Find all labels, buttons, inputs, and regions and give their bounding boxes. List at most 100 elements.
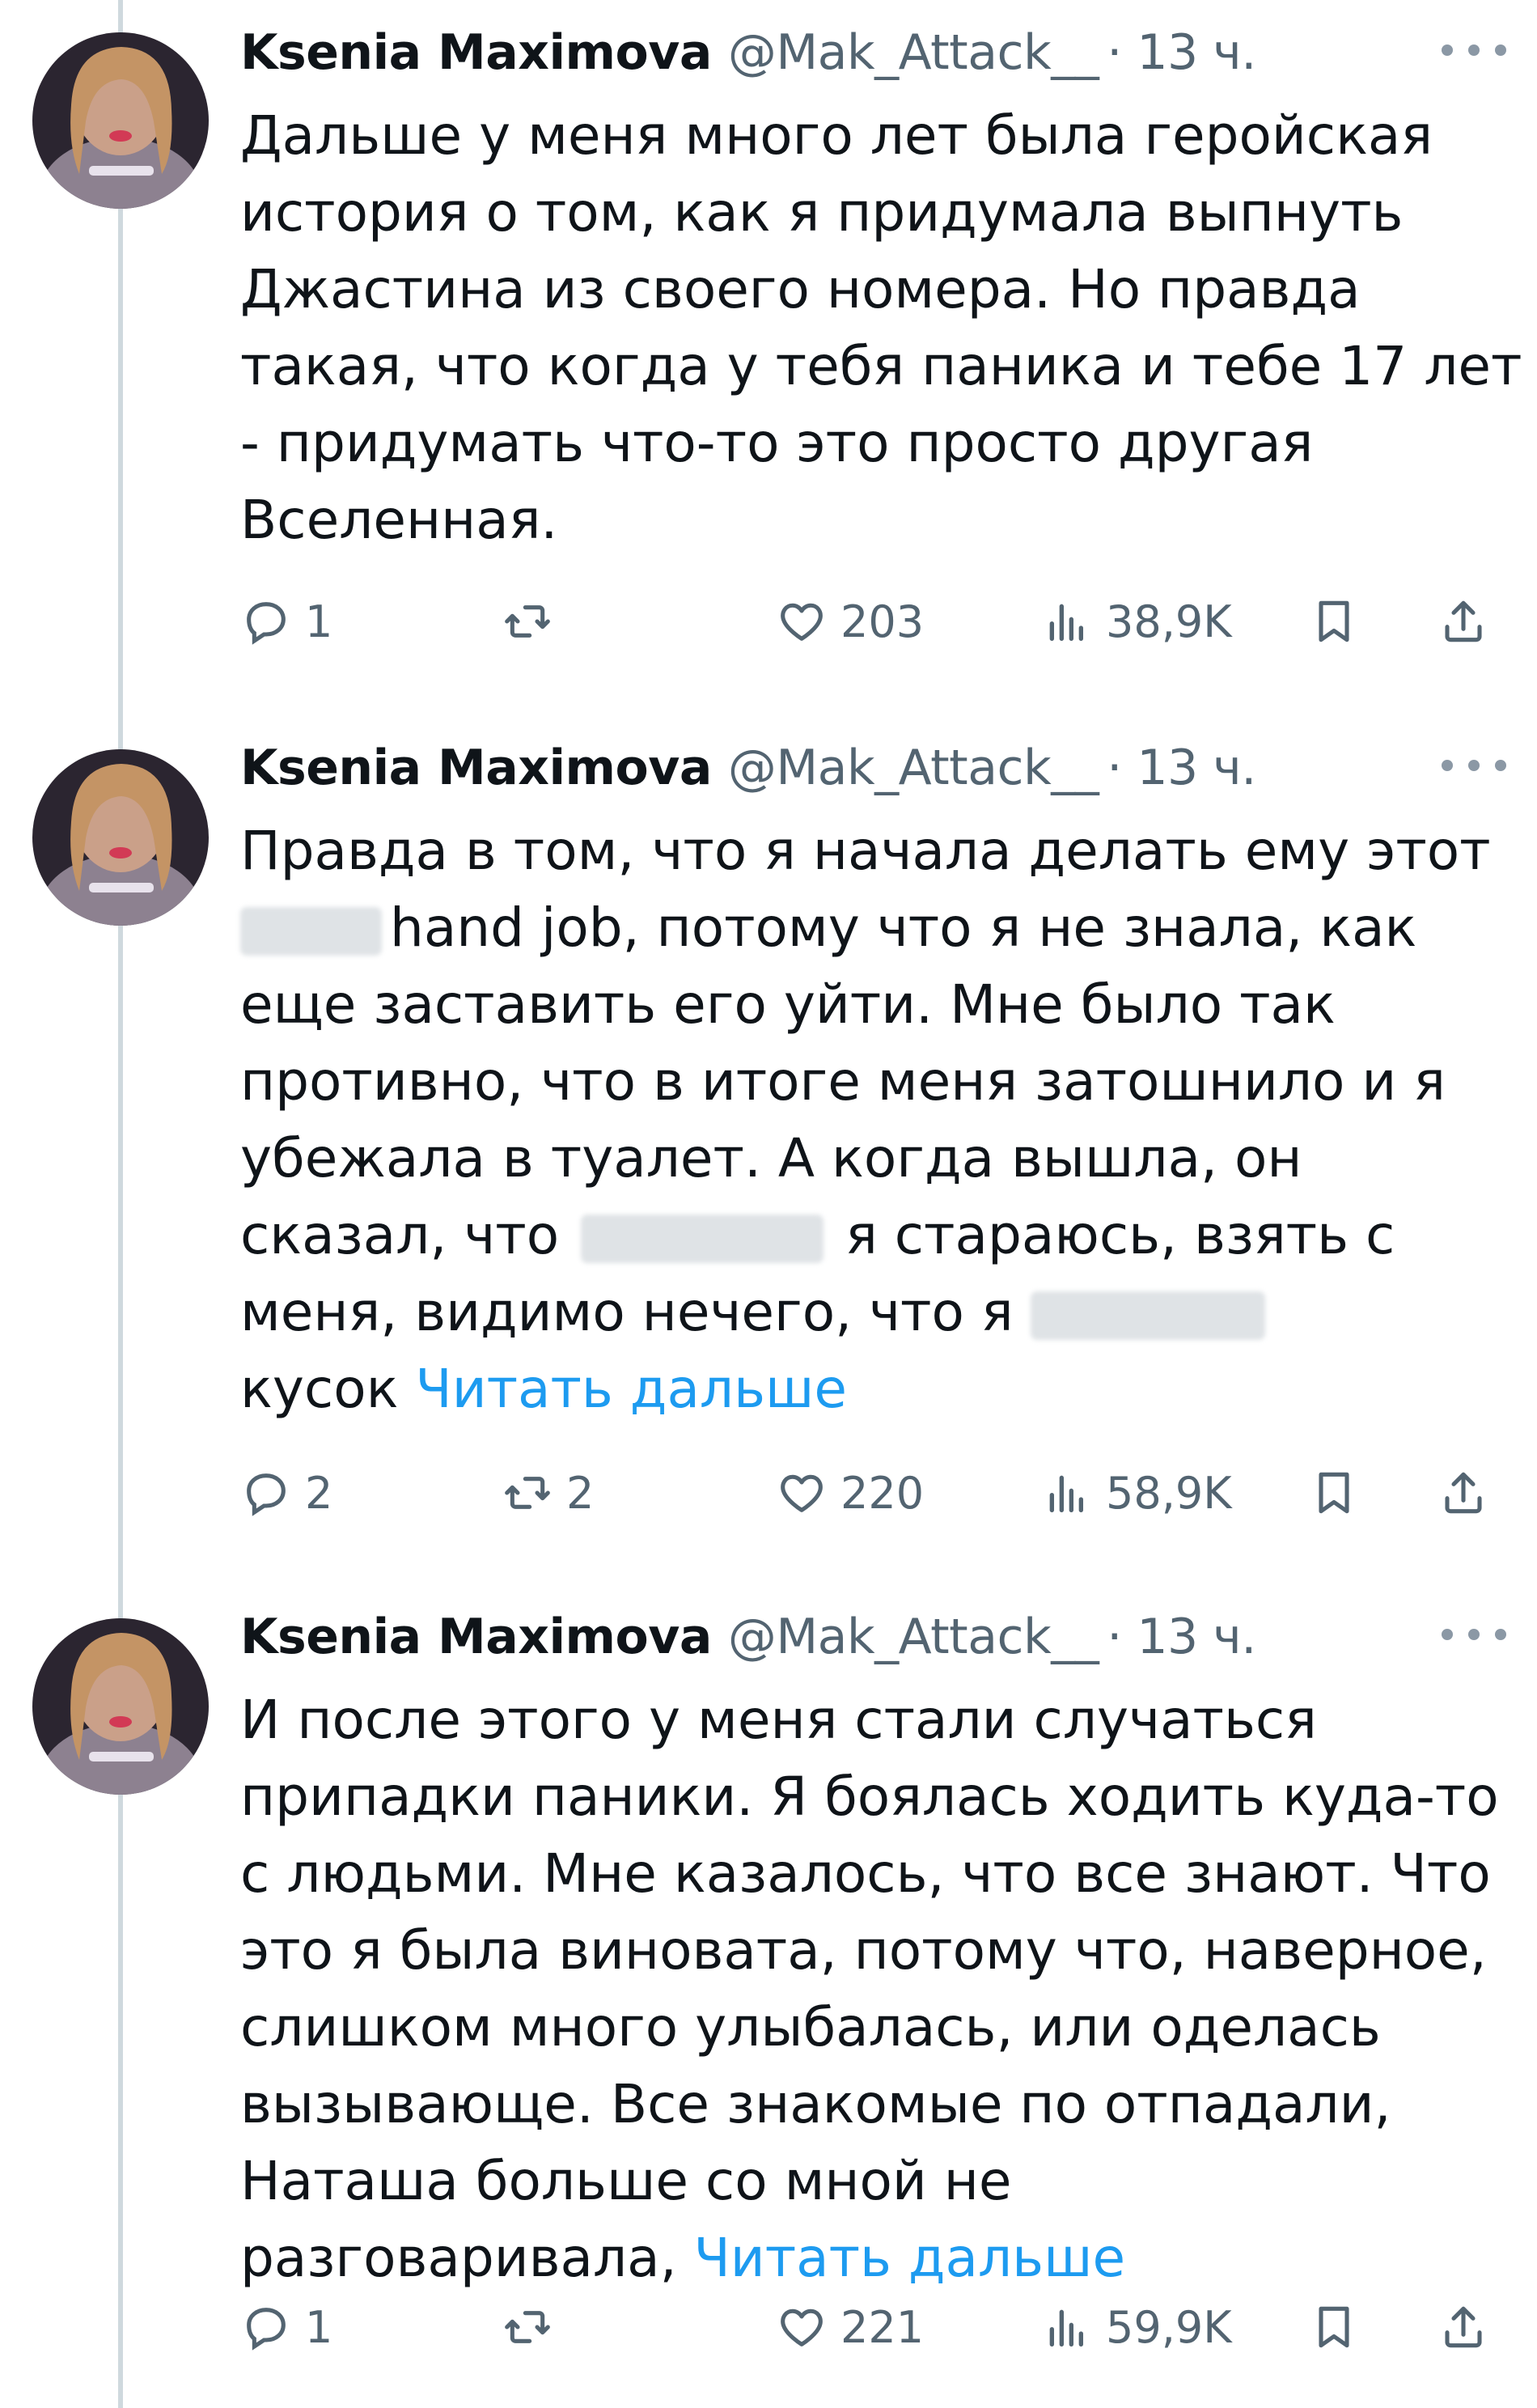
reply-count: 1 bbox=[305, 2301, 333, 2353]
views-button[interactable]: 38,9K bbox=[1041, 581, 1232, 662]
reply-button[interactable]: 1 bbox=[240, 2287, 332, 2368]
author-name[interactable]: Ksenia Maximova bbox=[240, 1609, 712, 1665]
reply-count: 2 bbox=[305, 1467, 333, 1519]
views-button[interactable]: 58,9K bbox=[1041, 1452, 1232, 1533]
retweet-button[interactable] bbox=[502, 581, 566, 662]
avatar[interactable] bbox=[32, 32, 209, 209]
share-upload-icon bbox=[1445, 1472, 1482, 1514]
read-more-link[interactable]: Читать дальше bbox=[415, 1358, 847, 1420]
like-count: 221 bbox=[840, 2301, 925, 2353]
tweet-1[interactable]: Ksenia Maximova @Mak_Attack__ · 13 ч. Да… bbox=[0, 0, 1537, 712]
share-upload-icon bbox=[1445, 2306, 1482, 2348]
text-line: это я была виновата, потому что, наверно… bbox=[240, 1919, 1487, 1982]
speech-bubble-icon bbox=[247, 602, 286, 645]
bookmark-button[interactable] bbox=[1308, 581, 1360, 662]
like-button[interactable]: 220 bbox=[776, 1452, 924, 1533]
bookmark-button[interactable] bbox=[1308, 2287, 1360, 2368]
more-dots-icon[interactable] bbox=[1442, 749, 1506, 782]
reply-button[interactable]: 1 bbox=[240, 581, 332, 662]
tweet-time[interactable]: · 13 ч. bbox=[1107, 740, 1256, 796]
heart-icon bbox=[781, 1474, 823, 1512]
tweet-time[interactable]: · 13 ч. bbox=[1107, 24, 1256, 81]
text-line: вызывающе. Все знакомые по отпадали, bbox=[240, 2073, 1391, 2135]
tweet-header: Ksenia Maximova @Mak_Attack__ · 13 ч. bbox=[240, 740, 1256, 812]
like-button[interactable]: 221 bbox=[776, 2287, 924, 2368]
tweet-time[interactable]: · 13 ч. bbox=[1107, 1609, 1256, 1665]
text-line: Наташа больше со мной не bbox=[240, 2150, 1012, 2212]
tweet-3[interactable]: Ksenia Maximova @Mak_Attack__ · 13 ч. И … bbox=[0, 1584, 1537, 2408]
text-line: еще заставить его уйти. Мне было так bbox=[240, 973, 1336, 1036]
text-line: слишком много улыбалась, или оделась bbox=[240, 1996, 1381, 2058]
bar-chart-icon bbox=[1049, 2309, 1083, 2347]
tweet-text: Правда в том, что я начала делать ему эт… bbox=[240, 812, 1502, 1427]
author-handle[interactable]: @Mak_Attack__ bbox=[728, 24, 1099, 81]
tweet-actions: 1 203 38,9K bbox=[240, 581, 1502, 662]
avatar[interactable] bbox=[32, 749, 209, 926]
heart-icon bbox=[781, 603, 823, 641]
bookmark-icon bbox=[1319, 600, 1349, 642]
retweet-button[interactable] bbox=[502, 2287, 566, 2368]
tweet-header: Ksenia Maximova @Mak_Attack__ · 13 ч. bbox=[240, 24, 1256, 97]
author-name[interactable]: Ksenia Maximova bbox=[240, 740, 712, 796]
text-line: Дальше у меня много лет была геройская bbox=[240, 104, 1433, 167]
bookmark-button[interactable] bbox=[1308, 1452, 1360, 1533]
more-dots-icon[interactable] bbox=[1442, 1618, 1506, 1651]
bar-chart-icon bbox=[1049, 604, 1083, 641]
text-line: hand job, потому что я не знала, как bbox=[240, 889, 1502, 966]
blurred-word bbox=[581, 1214, 824, 1263]
share-button[interactable] bbox=[1437, 2287, 1489, 2368]
views-count: 58,9K bbox=[1106, 1467, 1232, 1519]
author-handle[interactable]: @Mak_Attack__ bbox=[728, 740, 1099, 796]
text-line: разговаривала, Читать дальше bbox=[240, 2227, 1126, 2289]
text-line: с людьми. Мне казалось, что все знают. Ч… bbox=[240, 1842, 1491, 1905]
tweet-actions: 1 221 59,9K bbox=[240, 2287, 1502, 2368]
text-line: - придумать что-то это просто другая bbox=[240, 412, 1314, 474]
tweet-text: И после этого у меня стали случаться при… bbox=[240, 1681, 1502, 2296]
text-line: Джастина из своего номера. Но правда bbox=[240, 258, 1361, 320]
bookmark-icon bbox=[1319, 1472, 1349, 1514]
reply-button[interactable]: 2 bbox=[240, 1452, 332, 1533]
like-count: 220 bbox=[840, 1467, 925, 1519]
tweet-2[interactable]: Ksenia Maximova @Mak_Attack__ · 13 ч. Пр… bbox=[0, 715, 1537, 1581]
more-dots-icon[interactable] bbox=[1442, 34, 1506, 66]
reply-count: 1 bbox=[305, 596, 333, 647]
heart-icon bbox=[781, 2308, 823, 2347]
author-handle[interactable]: @Mak_Attack__ bbox=[728, 1609, 1099, 1665]
views-count: 59,9K bbox=[1106, 2301, 1232, 2353]
text-line: припадки паники. Я боялась ходить куда-т… bbox=[240, 1766, 1499, 1828]
blurred-word bbox=[240, 906, 382, 956]
retweet-button[interactable]: 2 bbox=[502, 1452, 594, 1533]
text-line: история о том, как я придумала выпнуть bbox=[240, 181, 1404, 244]
read-more-link[interactable]: Читать дальше bbox=[694, 2227, 1126, 2289]
text-line: сказал, что я стараюсь, взять с bbox=[240, 1204, 1395, 1266]
views-button[interactable]: 59,9K bbox=[1041, 2287, 1232, 2368]
tweet-header: Ksenia Maximova @Mak_Attack__ · 13 ч. bbox=[240, 1609, 1256, 1681]
share-button[interactable] bbox=[1437, 581, 1489, 662]
text-line: противно, что в итоге меня затошнило и я bbox=[240, 1050, 1446, 1113]
text-line: меня, видимо нечего, что я bbox=[240, 1274, 1502, 1350]
retweet-arrows-icon bbox=[505, 2311, 550, 2343]
retweet-arrows-icon bbox=[505, 605, 550, 638]
retweet-count: 2 bbox=[566, 1467, 595, 1519]
text-line: убежала в туалет. А когда вышла, он bbox=[240, 1127, 1302, 1189]
text-line: Вселенная. bbox=[240, 489, 558, 551]
text-line: Правда в том, что я начала делать ему эт… bbox=[240, 820, 1491, 882]
like-button[interactable]: 203 bbox=[776, 581, 924, 662]
text-line: такая, что когда у тебя паника и тебе 17… bbox=[240, 335, 1522, 397]
avatar[interactable] bbox=[32, 1618, 209, 1795]
tweet-actions: 2 2 220 58,9K bbox=[240, 1452, 1502, 1533]
blurred-word bbox=[1030, 1291, 1265, 1340]
retweet-arrows-icon bbox=[505, 1477, 550, 1509]
share-upload-icon bbox=[1445, 600, 1482, 642]
bar-chart-icon bbox=[1049, 1475, 1083, 1512]
bookmark-icon bbox=[1319, 2306, 1349, 2348]
views-count: 38,9K bbox=[1106, 596, 1232, 647]
like-count: 203 bbox=[840, 596, 925, 647]
share-button[interactable] bbox=[1437, 1452, 1489, 1533]
tweet-text: Дальше у меня много лет была геройская и… bbox=[240, 97, 1522, 558]
speech-bubble-icon bbox=[247, 2308, 286, 2351]
speech-bubble-icon bbox=[247, 1473, 286, 1516]
text-line: И после этого у меня стали случаться bbox=[240, 1689, 1317, 1751]
author-name[interactable]: Ksenia Maximova bbox=[240, 24, 712, 81]
text-line: кусок Читать дальше bbox=[240, 1358, 847, 1420]
